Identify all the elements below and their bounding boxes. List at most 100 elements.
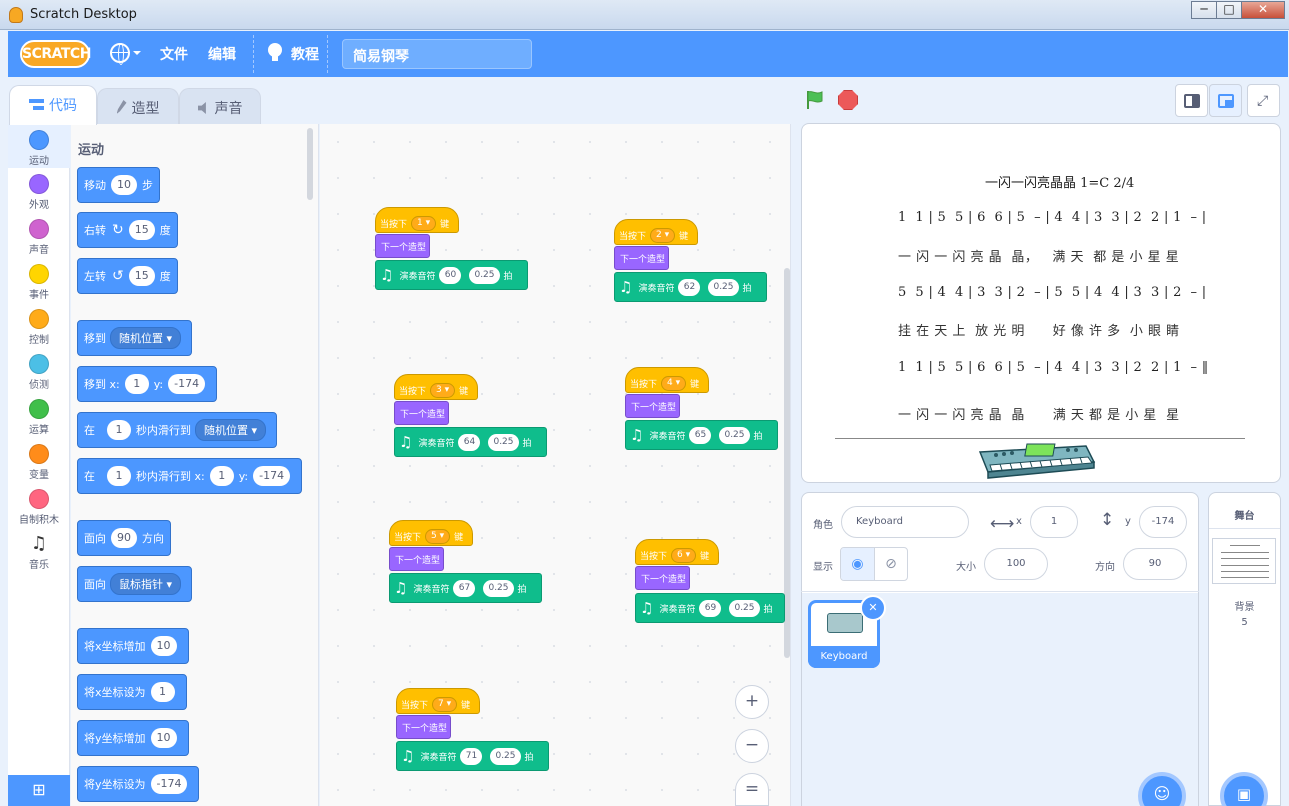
note-input[interactable]: 67 xyxy=(453,579,476,597)
category-variables[interactable]: 变量 xyxy=(8,444,70,481)
glide-to-block[interactable]: 在 1 秒内滑行到 随机位置 xyxy=(77,412,278,448)
note-input[interactable]: 65 xyxy=(689,426,712,444)
palette-scrollbar[interactable] xyxy=(307,128,313,200)
degrees-input[interactable]: 15 xyxy=(128,220,155,240)
next-costume-block[interactable]: 下一个造型 xyxy=(394,401,449,425)
set-x-block[interactable]: 将x坐标设为 1 xyxy=(77,674,187,710)
y-position-input[interactable]: -174 xyxy=(1139,506,1187,538)
zoom-reset-button[interactable]: = xyxy=(735,773,769,806)
scratch-logo[interactable]: SCRATCH xyxy=(20,40,91,68)
menu-edit[interactable]: 编辑 xyxy=(208,44,236,64)
degrees-input[interactable]: 15 xyxy=(128,266,155,286)
tab-code[interactable]: 代码 xyxy=(9,85,97,125)
delete-sprite-trash-icon[interactable]: ✕ xyxy=(860,595,886,621)
category-music[interactable]: ♫ 音乐 xyxy=(8,534,70,572)
zoom-out-button[interactable]: − xyxy=(735,729,769,763)
next-costume-block[interactable]: 下一个造型 xyxy=(396,715,451,739)
beats-input[interactable]: 0.25 xyxy=(708,278,739,296)
zoom-in-button[interactable]: + xyxy=(735,685,769,719)
minimize-button[interactable]: ─ xyxy=(1191,1,1217,19)
category-sensing[interactable]: 侦测 xyxy=(8,354,70,391)
x-position-input[interactable]: 1 xyxy=(1030,506,1078,538)
goto-block[interactable]: 移到 随机位置 xyxy=(77,320,193,356)
goto-xy-block[interactable]: 移到 x: 1 y: -174 xyxy=(77,366,218,402)
point-towards-dropdown[interactable]: 鼠标指针 xyxy=(110,573,182,595)
play-note-block[interactable]: ♫ 演奏音符 69 0.25 拍 xyxy=(635,593,785,623)
note-input[interactable]: 71 xyxy=(460,747,483,765)
when-key-pressed-hat[interactable]: 当按下2键 xyxy=(614,219,698,245)
next-costume-block[interactable]: 下一个造型 xyxy=(625,394,680,418)
key-dropdown[interactable]: 2 xyxy=(650,227,676,243)
close-button[interactable]: ✕ xyxy=(1241,1,1285,19)
category-control[interactable]: 控制 xyxy=(8,309,70,346)
glide-target-dropdown[interactable]: 随机位置 xyxy=(195,419,267,441)
turn-left-block[interactable]: 左转 ↺ 15 度 xyxy=(77,258,178,294)
beats-input[interactable]: 0.25 xyxy=(488,433,519,451)
category-sound[interactable]: 声音 xyxy=(8,219,70,256)
maximize-button[interactable]: □ xyxy=(1216,1,1242,19)
category-operators[interactable]: 运算 xyxy=(8,399,70,436)
point-towards-block[interactable]: 面向 鼠标指针 xyxy=(77,566,193,602)
fullscreen-button[interactable]: ⤢ xyxy=(1247,84,1280,117)
green-flag-icon[interactable] xyxy=(806,90,824,110)
key-dropdown[interactable]: 4 xyxy=(661,375,687,391)
y-change-input[interactable]: 10 xyxy=(150,728,177,748)
show-eye-icon[interactable]: ◉ xyxy=(841,548,874,580)
seconds-input[interactable]: 1 xyxy=(107,466,131,486)
beats-input[interactable]: 0.25 xyxy=(729,599,760,617)
y-value-input[interactable]: -174 xyxy=(150,774,188,794)
turn-right-block[interactable]: 右转 ↻ 15 度 xyxy=(77,212,178,248)
x-input[interactable]: 1 xyxy=(209,466,234,486)
tab-costumes[interactable]: 造型 xyxy=(97,88,179,124)
seconds-input[interactable]: 1 xyxy=(107,420,131,440)
menu-tutorials[interactable]: 教程 xyxy=(291,44,319,64)
language-chevron-down-icon[interactable] xyxy=(133,51,141,59)
beats-input[interactable]: 0.25 xyxy=(719,426,750,444)
when-key-pressed-hat[interactable]: 当按下3键 xyxy=(394,374,478,400)
menu-file[interactable]: 文件 xyxy=(160,44,188,64)
direction-input[interactable]: 90 xyxy=(1123,548,1187,580)
next-costume-block[interactable]: 下一个造型 xyxy=(375,234,430,258)
set-y-block[interactable]: 将y坐标设为 -174 xyxy=(77,766,200,802)
normal-stage-button[interactable] xyxy=(1209,84,1242,117)
steps-input[interactable]: 10 xyxy=(111,175,137,195)
change-x-block[interactable]: 将x坐标增加 10 xyxy=(77,628,189,664)
change-y-block[interactable]: 将y坐标增加 10 xyxy=(77,720,189,756)
category-looks[interactable]: 外观 xyxy=(8,174,70,211)
when-key-pressed-hat[interactable]: 当按下5键 xyxy=(389,520,473,546)
key-dropdown[interactable]: 3 xyxy=(430,382,456,398)
play-note-block[interactable]: ♫ 演奏音符 65 0.25 拍 xyxy=(625,420,778,450)
size-input[interactable]: 100 xyxy=(984,548,1048,580)
when-key-pressed-hat[interactable]: 当按下6键 xyxy=(635,539,719,565)
goto-target-dropdown[interactable]: 随机位置 xyxy=(110,327,182,349)
next-costume-block[interactable]: 下一个造型 xyxy=(389,547,444,571)
tab-sounds[interactable]: 声音 xyxy=(179,88,261,124)
project-title-input[interactable]: 简易钢琴 xyxy=(342,39,532,69)
key-dropdown[interactable]: 7 xyxy=(432,696,458,712)
direction-input[interactable]: 90 xyxy=(111,528,137,548)
category-motion[interactable]: 运动 xyxy=(8,124,70,168)
beats-input[interactable]: 0.25 xyxy=(490,747,521,765)
play-note-block[interactable]: ♫ 演奏音符 62 0.25 拍 xyxy=(614,272,767,302)
next-costume-block[interactable]: 下一个造型 xyxy=(635,566,690,590)
category-events[interactable]: 事件 xyxy=(8,264,70,301)
tutorials-lightbulb-icon[interactable] xyxy=(268,43,282,61)
move-steps-block[interactable]: 移动 10 步 xyxy=(77,167,160,203)
play-note-block[interactable]: ♫ 演奏音符 64 0.25 拍 xyxy=(394,427,547,457)
play-note-block[interactable]: ♫ 演奏音符 67 0.25 拍 xyxy=(389,573,542,603)
play-note-block[interactable]: ♫ 演奏音符 71 0.25 拍 xyxy=(396,741,549,771)
x-value-input[interactable]: 1 xyxy=(150,682,175,702)
beats-input[interactable]: 0.25 xyxy=(469,266,500,284)
play-note-block[interactable]: ♫ 演奏音符 60 0.25 拍 xyxy=(375,260,528,290)
hide-eye-icon[interactable]: ⊘ xyxy=(873,548,907,580)
language-globe-icon[interactable] xyxy=(110,43,130,65)
key-dropdown[interactable]: 1 xyxy=(411,215,437,231)
x-input[interactable]: 1 xyxy=(124,374,149,394)
sprite-name-input[interactable]: Keyboard xyxy=(841,506,969,538)
next-costume-block[interactable]: 下一个造型 xyxy=(614,246,669,270)
note-input[interactable]: 69 xyxy=(699,599,722,617)
note-input[interactable]: 64 xyxy=(458,433,481,451)
when-key-pressed-hat[interactable]: 当按下7键 xyxy=(396,688,480,714)
note-input[interactable]: 60 xyxy=(439,266,462,284)
y-input[interactable]: -174 xyxy=(253,466,291,486)
